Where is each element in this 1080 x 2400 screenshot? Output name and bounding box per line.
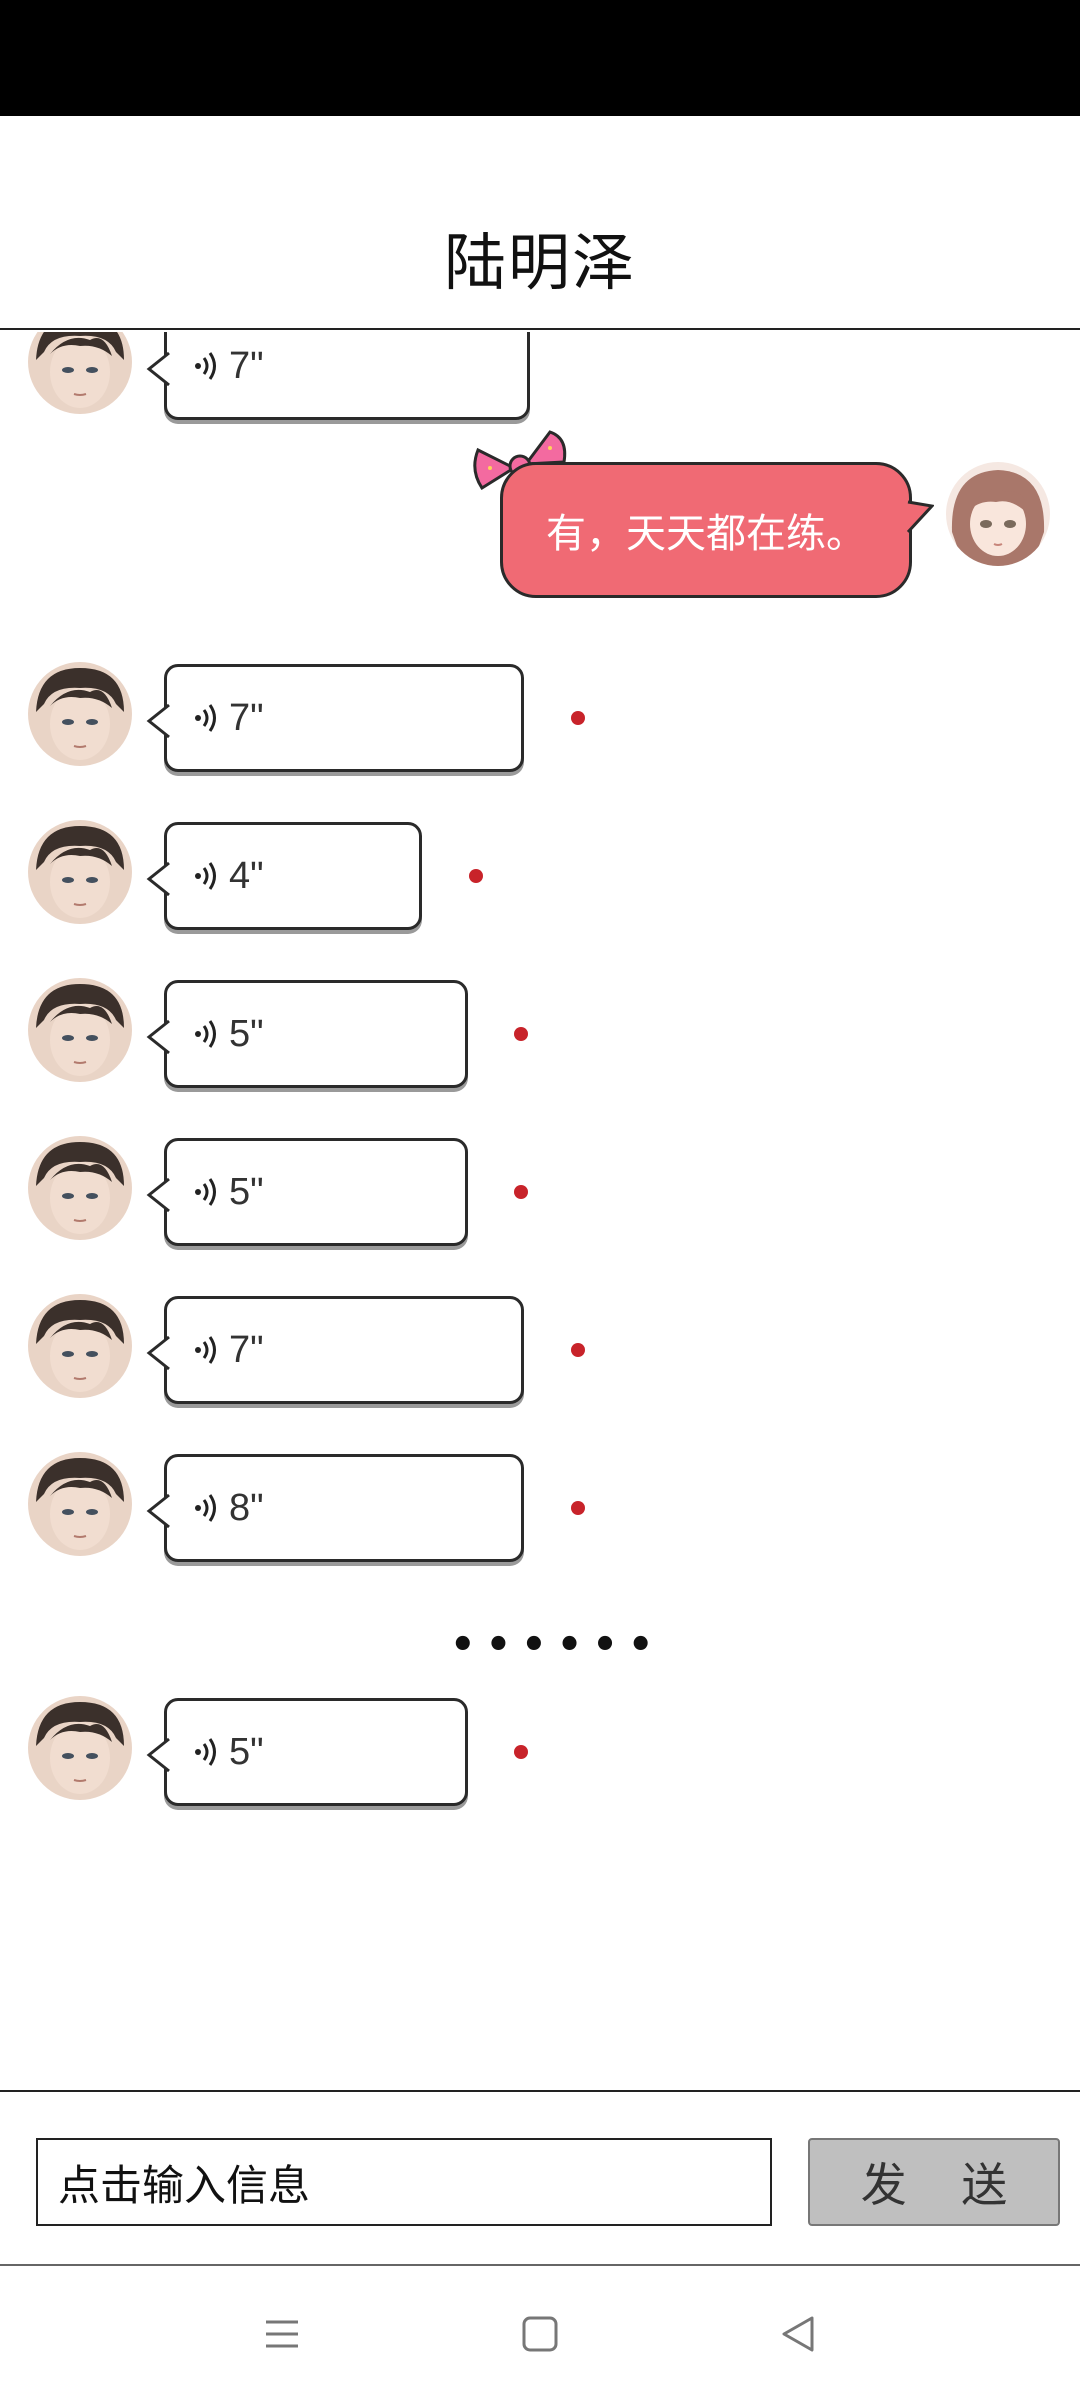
- voice-message-bubble[interactable]: 5": [146, 1138, 468, 1246]
- voice-message-bubble[interactable]: 5": [146, 1698, 468, 1806]
- chat-area[interactable]: 7" 有，天天都在练。 7" 4" 5" 5" 7" 8" •••••• 5": [0, 332, 1080, 2090]
- voice-message-bubble[interactable]: 7": [146, 332, 530, 420]
- avatar-male[interactable]: [28, 1294, 132, 1398]
- page-title: 陆明泽: [443, 226, 636, 299]
- voice-duration: 5": [229, 1012, 264, 1055]
- voice-wave-icon: [195, 704, 216, 732]
- text-message-bubble[interactable]: 有，天天都在练。: [500, 462, 912, 598]
- voice-duration: 5": [229, 1170, 264, 1213]
- voice-wave-icon: [195, 352, 216, 380]
- voice-wave-icon: [195, 862, 216, 890]
- ellipsis-separator: ••••••: [450, 1622, 664, 1668]
- voice-duration: 4": [229, 854, 264, 897]
- avatar-female[interactable]: [946, 462, 1050, 566]
- message-text: 有，天天都在练。: [546, 511, 866, 557]
- unread-dot: [571, 1343, 585, 1357]
- avatar-male[interactable]: [28, 978, 132, 1082]
- voice-wave-icon: [195, 1020, 216, 1048]
- avatar-male[interactable]: [28, 332, 132, 414]
- avatar-male[interactable]: [28, 662, 132, 766]
- unread-dot: [514, 1185, 528, 1199]
- input-bar: 点击输入信息 发 送: [0, 2090, 1080, 2266]
- voice-message-bubble[interactable]: 7": [146, 1296, 524, 1404]
- voice-duration: 7": [229, 1328, 264, 1371]
- voice-wave-icon: [195, 1336, 216, 1364]
- unread-dot: [469, 869, 483, 883]
- send-button[interactable]: 发 送: [808, 2138, 1060, 2226]
- voice-duration: 7": [229, 344, 264, 387]
- unread-dot: [571, 1501, 585, 1515]
- avatar-male[interactable]: [28, 1696, 132, 1800]
- home-icon[interactable]: [510, 2304, 570, 2364]
- voice-message-bubble[interactable]: 8": [146, 1454, 524, 1562]
- voice-message-bubble[interactable]: 4": [146, 822, 422, 930]
- avatar-male[interactable]: [28, 820, 132, 924]
- voice-message-bubble[interactable]: 5": [146, 980, 468, 1088]
- chat-header: 陆明泽: [0, 116, 1080, 330]
- unread-dot: [514, 1745, 528, 1759]
- voice-message-bubble[interactable]: 7": [146, 664, 524, 772]
- voice-duration: 7": [229, 696, 264, 739]
- menu-icon[interactable]: [252, 2304, 312, 2364]
- voice-wave-icon: [195, 1494, 216, 1522]
- unread-dot: [571, 711, 585, 725]
- avatar-male[interactable]: [28, 1452, 132, 1556]
- system-nav-bar: [0, 2266, 1080, 2400]
- back-icon[interactable]: [768, 2304, 828, 2364]
- voice-wave-icon: [195, 1178, 216, 1206]
- message-input[interactable]: 点击输入信息: [36, 2138, 772, 2226]
- status-bar: [0, 0, 1080, 116]
- avatar-male[interactable]: [28, 1136, 132, 1240]
- voice-wave-icon: [195, 1738, 216, 1766]
- unread-dot: [514, 1027, 528, 1041]
- bubble-tail: [906, 500, 934, 534]
- voice-duration: 5": [229, 1730, 264, 1773]
- voice-duration: 8": [229, 1486, 264, 1529]
